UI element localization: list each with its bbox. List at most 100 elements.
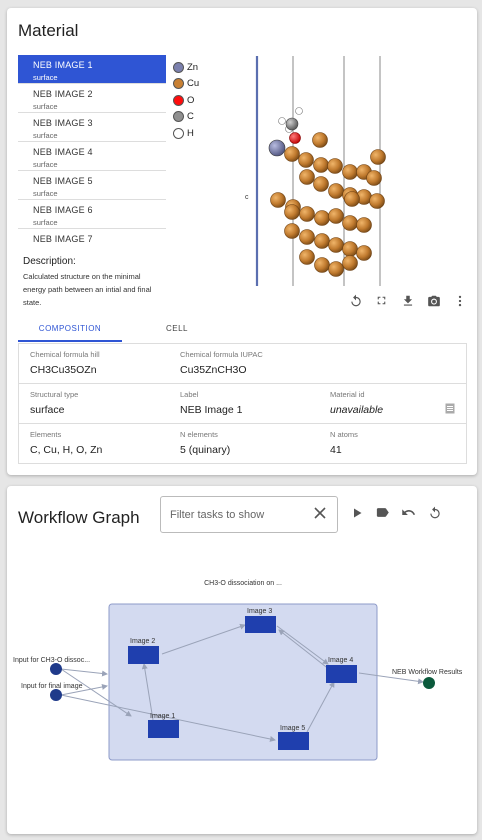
- list-item-sub: surface: [33, 218, 58, 227]
- label-cell: Label NEB Image 1: [180, 390, 242, 416]
- cu-atom: [366, 170, 382, 186]
- material-id-cell: Material id unavailable: [330, 390, 383, 416]
- cu-atom: [328, 237, 344, 253]
- structural-type-cell: Structural type surface: [30, 390, 78, 416]
- cu-atom: [356, 217, 372, 233]
- image5-label: Image 5: [280, 725, 305, 732]
- legend-label: Zn: [187, 61, 199, 73]
- list-item-label: NEB IMAGE 6: [33, 205, 93, 215]
- o-swatch: [173, 94, 184, 106]
- element-legend: Zn Cu O C H: [173, 59, 199, 142]
- c-swatch: [173, 111, 184, 123]
- task-node-image5[interactable]: [278, 732, 309, 750]
- task-node-image2[interactable]: [128, 646, 159, 664]
- image-list[interactable]: NEB IMAGE 1 surface NEB IMAGE 2 surface NE…: [18, 55, 166, 253]
- document-icon[interactable]: [445, 403, 455, 414]
- list-item-sub: surface: [33, 160, 58, 169]
- reset-view-icon[interactable]: [347, 292, 364, 309]
- clear-icon[interactable]: [313, 506, 327, 520]
- task-node-image4[interactable]: [326, 665, 357, 683]
- list-item[interactable]: NEB IMAGE 7: [18, 229, 166, 253]
- fullscreen-icon[interactable]: [373, 292, 390, 309]
- h-atom: [278, 117, 286, 125]
- h-swatch: [173, 127, 184, 139]
- material-card: Material NEB IMAGE 1 surface NEB IMAGE 2 s…: [7, 8, 477, 475]
- list-item[interactable]: NEB IMAGE 3 surface: [18, 113, 166, 142]
- field-label: Structural type: [30, 390, 79, 399]
- input1-label: Input for CH3-O dissoc...: [13, 657, 90, 664]
- properties-row: Structural type surface Label NEB Image 1 …: [19, 384, 466, 424]
- viewer-toolbar: [347, 292, 468, 309]
- result-node[interactable]: [423, 677, 435, 689]
- list-item-sub: surface: [33, 102, 58, 111]
- zn-swatch: [173, 61, 184, 73]
- legend-item: O: [173, 92, 199, 109]
- n-elements-cell: N elements 5 (quinary): [180, 430, 230, 456]
- field-label: Elements: [30, 430, 62, 439]
- input-node[interactable]: [50, 689, 62, 701]
- download-icon[interactable]: [399, 292, 416, 309]
- cu-atom: [327, 158, 343, 174]
- h-atom: [295, 107, 303, 115]
- tab-cell[interactable]: CELL: [125, 318, 229, 342]
- result-label: NEB Workflow Results: [392, 669, 463, 676]
- field-value: 41: [330, 444, 342, 456]
- atoms: [268, 107, 386, 277]
- input-node[interactable]: [50, 663, 62, 675]
- description-text: Calculated structure on the minimal ener…: [23, 272, 152, 307]
- camera-icon[interactable]: [425, 292, 442, 309]
- input2-label: Input for final image: [21, 683, 83, 690]
- tab-composition[interactable]: COMPOSITION: [18, 318, 122, 342]
- cu-atom: [328, 261, 344, 277]
- o-atom: [289, 132, 301, 144]
- cu-atom: [313, 157, 329, 173]
- legend-item: H: [173, 125, 199, 142]
- cu-atom: [369, 193, 385, 209]
- more-options-icon[interactable]: [451, 292, 468, 309]
- field-label: Label: [180, 390, 199, 399]
- task-node-image3[interactable]: [245, 616, 276, 633]
- field-value: NEB Image 1: [180, 404, 243, 416]
- task-node-image1[interactable]: [148, 720, 179, 738]
- list-item[interactable]: NEB IMAGE 2 surface: [18, 84, 166, 113]
- undo-icon[interactable]: [400, 504, 417, 521]
- cu-atom: [370, 149, 386, 165]
- list-item-sub: surface: [33, 189, 58, 198]
- field-value: Cu35ZnCH3O: [180, 364, 247, 376]
- properties-row: Chemical formula hill CH3Cu35OZn Chemical…: [19, 344, 466, 384]
- cu-atom: [284, 204, 300, 220]
- cu-atom: [342, 241, 358, 257]
- cu-atom: [314, 257, 330, 273]
- legend-label: O: [187, 94, 195, 106]
- field-value: 5 (quinary): [180, 444, 231, 456]
- c-atom: [285, 117, 299, 131]
- field-label: N atoms: [330, 430, 358, 439]
- list-item[interactable]: NEB IMAGE 6 surface: [18, 200, 166, 229]
- cu-atom: [299, 169, 315, 185]
- group-title: CH3-O dissociation on ...: [204, 580, 282, 587]
- image4-label: Image 4: [328, 657, 353, 664]
- cu-atom: [312, 132, 328, 148]
- cu-atom: [299, 206, 315, 222]
- c-axis-label: c: [245, 194, 249, 201]
- cu-atom: [356, 245, 372, 261]
- cu-atom: [314, 210, 330, 226]
- cu-atom: [299, 249, 315, 265]
- field-value: C, Cu, H, O, Zn: [30, 444, 103, 456]
- cu-atom: [313, 176, 329, 192]
- legend-label: Cu: [187, 78, 200, 90]
- field-value: CH3Cu35OZn: [30, 364, 97, 376]
- list-item-label: NEB IMAGE 4: [33, 147, 93, 157]
- structure-viewer[interactable]: c: [237, 54, 457, 289]
- workflow-graph[interactable]: CH3-O dissociation on ... Input for CH3-…: [7, 546, 477, 834]
- filter-tasks-input[interactable]: Filter tasks to show: [160, 496, 338, 533]
- list-item[interactable]: NEB IMAGE 4 surface: [18, 142, 166, 171]
- reset-icon[interactable]: [426, 504, 443, 521]
- cu-swatch: [173, 78, 184, 90]
- label-icon[interactable]: [374, 504, 391, 521]
- list-item[interactable]: NEB IMAGE 1 surface: [18, 55, 166, 84]
- legend-label: H: [187, 127, 194, 139]
- cu-atom: [314, 233, 330, 249]
- list-item[interactable]: NEB IMAGE 5 surface: [18, 171, 166, 200]
- play-icon[interactable]: [348, 504, 365, 521]
